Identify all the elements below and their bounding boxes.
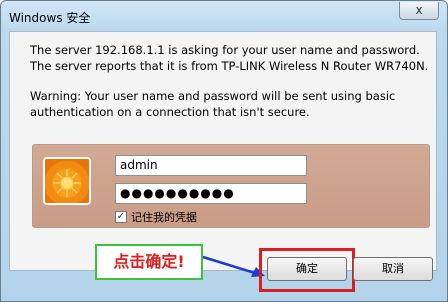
close-icon: x — [415, 3, 423, 17]
username-field[interactable]: admin — [115, 155, 307, 176]
dialog-title: Windows 安全 — [9, 11, 91, 25]
remember-checkbox[interactable]: ✓ — [115, 211, 127, 223]
windows-security-dialog: Windows 安全 x The server 192.168.1.1 is a… — [0, 0, 448, 302]
cancel-button[interactable]: 取消 — [353, 257, 433, 281]
annotation-text: 点击确定! — [113, 252, 185, 271]
credential-panel: admin ●●●●●●●●●● ✓ 记住我的凭据 — [32, 144, 430, 228]
dialog-body: The server 192.168.1.1 is asking for you… — [9, 31, 437, 271]
user-avatar-icon — [43, 157, 91, 205]
password-field[interactable]: ●●●●●●●●●● — [115, 183, 307, 204]
annotation-callout: 点击确定! — [95, 244, 203, 280]
flower-icon — [53, 169, 81, 197]
title-bar: Windows 安全 x — [1, 1, 447, 31]
checkmark-icon: ✓ — [116, 211, 126, 222]
warning-message: Warning: Your user name and password wil… — [30, 89, 396, 119]
remember-label: 记住我的凭据 — [131, 211, 197, 224]
ok-button[interactable]: 确定 — [267, 257, 347, 281]
close-button[interactable]: x — [399, 2, 439, 20]
server-message: The server 192.168.1.1 is asking for you… — [30, 43, 429, 73]
